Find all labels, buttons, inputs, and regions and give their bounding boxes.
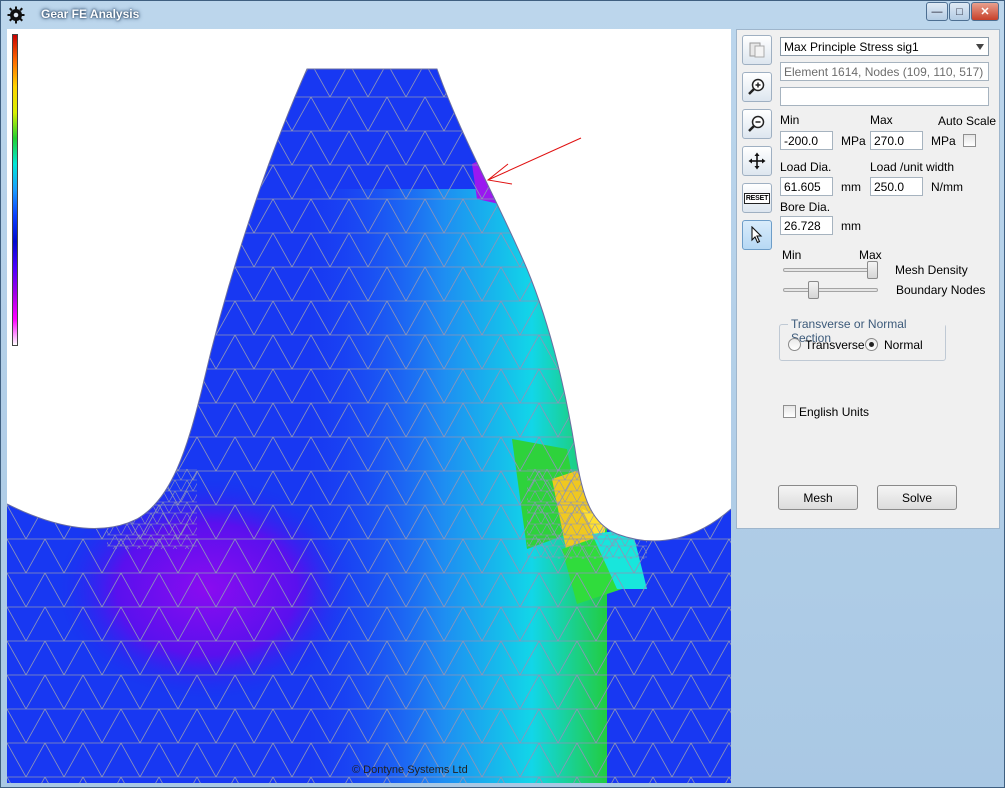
mesh-density-label: Mesh Density <box>895 263 968 277</box>
slider-max-label: Max <box>859 248 882 262</box>
maximize-button[interactable]: □ <box>949 2 970 21</box>
min-stress-input[interactable]: -200.0 <box>780 131 833 150</box>
zoom-out-icon <box>748 115 765 132</box>
result-type-select[interactable]: Max Principle Stress sig1 <box>780 37 989 56</box>
close-button[interactable]: ✕ <box>971 2 999 21</box>
auto-scale-checkbox[interactable] <box>963 134 976 147</box>
mesh-button[interactable]: Mesh <box>778 485 858 510</box>
settings-panel: RESET Max Principle Stress sig1 Element … <box>736 29 1000 529</box>
slider-min-label: Min <box>782 248 802 262</box>
cursor-icon <box>751 226 763 244</box>
normal-radio[interactable] <box>865 338 878 351</box>
mesh-density-thumb[interactable] <box>867 261 878 279</box>
copy-view-button[interactable] <box>742 35 772 65</box>
reset-icon: RESET <box>743 192 771 204</box>
document-icon <box>749 42 765 58</box>
load-dia-label: Load Dia. <box>780 160 832 174</box>
bore-dia-unit: mm <box>841 219 861 233</box>
mesh-density-slider[interactable] <box>783 268 878 272</box>
max-unit: MPa <box>931 134 956 148</box>
transverse-label: Transverse <box>805 338 865 352</box>
reset-button[interactable]: RESET <box>742 183 772 213</box>
auto-scale-label: Auto Scale <box>938 114 997 128</box>
stress-contour-plot[interactable] <box>7 29 731 783</box>
pan-button[interactable] <box>742 146 772 176</box>
gear-icon[interactable] <box>7 6 25 24</box>
max-stress-input[interactable]: 270.0 <box>870 131 923 150</box>
english-units-checkbox[interactable] <box>783 405 796 418</box>
zoom-out-button[interactable] <box>742 109 772 139</box>
min-unit: MPa <box>841 134 866 148</box>
copyright-text: © Dontyne Systems Ltd <box>352 764 468 776</box>
bore-dia-input[interactable]: 26.728 <box>780 216 833 235</box>
load-width-unit: N/mm <box>931 180 963 194</box>
transverse-radio[interactable] <box>788 338 801 351</box>
section-groupbox: Transverse or Normal Section Transverse … <box>779 317 946 361</box>
load-dia-unit: mm <box>841 180 861 194</box>
boundary-nodes-label: Boundary Nodes <box>896 283 986 297</box>
move-icon <box>748 152 766 170</box>
window-title: Gear FE Analysis <box>41 7 140 21</box>
solve-button[interactable]: Solve <box>877 485 957 510</box>
max-label: Max <box>870 113 893 127</box>
normal-label: Normal <box>884 338 923 352</box>
app-window: Gear FE Analysis — □ ✕ © Dontyne Systems… <box>0 0 1005 788</box>
stress-color-scale <box>12 34 18 346</box>
title-bar[interactable]: Gear FE Analysis — □ ✕ <box>1 1 1004 28</box>
english-units-label: English Units <box>799 405 870 419</box>
load-width-label: Load /unit width <box>870 160 955 174</box>
fe-plot-canvas[interactable]: © Dontyne Systems Ltd <box>7 29 731 783</box>
load-dia-input[interactable]: 61.605 <box>780 177 833 196</box>
select-button[interactable] <box>742 220 772 250</box>
result-type-value: Max Principle Stress sig1 <box>784 40 919 54</box>
extra-info-field[interactable] <box>780 87 989 106</box>
element-info-field[interactable]: Element 1614, Nodes (109, 110, 517) <box>780 62 989 81</box>
zoom-in-icon <box>748 78 765 95</box>
minimize-button[interactable]: — <box>926 2 948 21</box>
arrow-annotation <box>486 137 582 185</box>
boundary-nodes-slider[interactable] <box>783 288 878 292</box>
zoom-in-button[interactable] <box>742 72 772 102</box>
min-label: Min <box>780 113 800 127</box>
load-width-input[interactable]: 250.0 <box>870 177 923 196</box>
boundary-nodes-thumb[interactable] <box>808 281 820 299</box>
bore-dia-label: Bore Dia. <box>780 200 831 214</box>
chevron-down-icon <box>976 44 984 50</box>
